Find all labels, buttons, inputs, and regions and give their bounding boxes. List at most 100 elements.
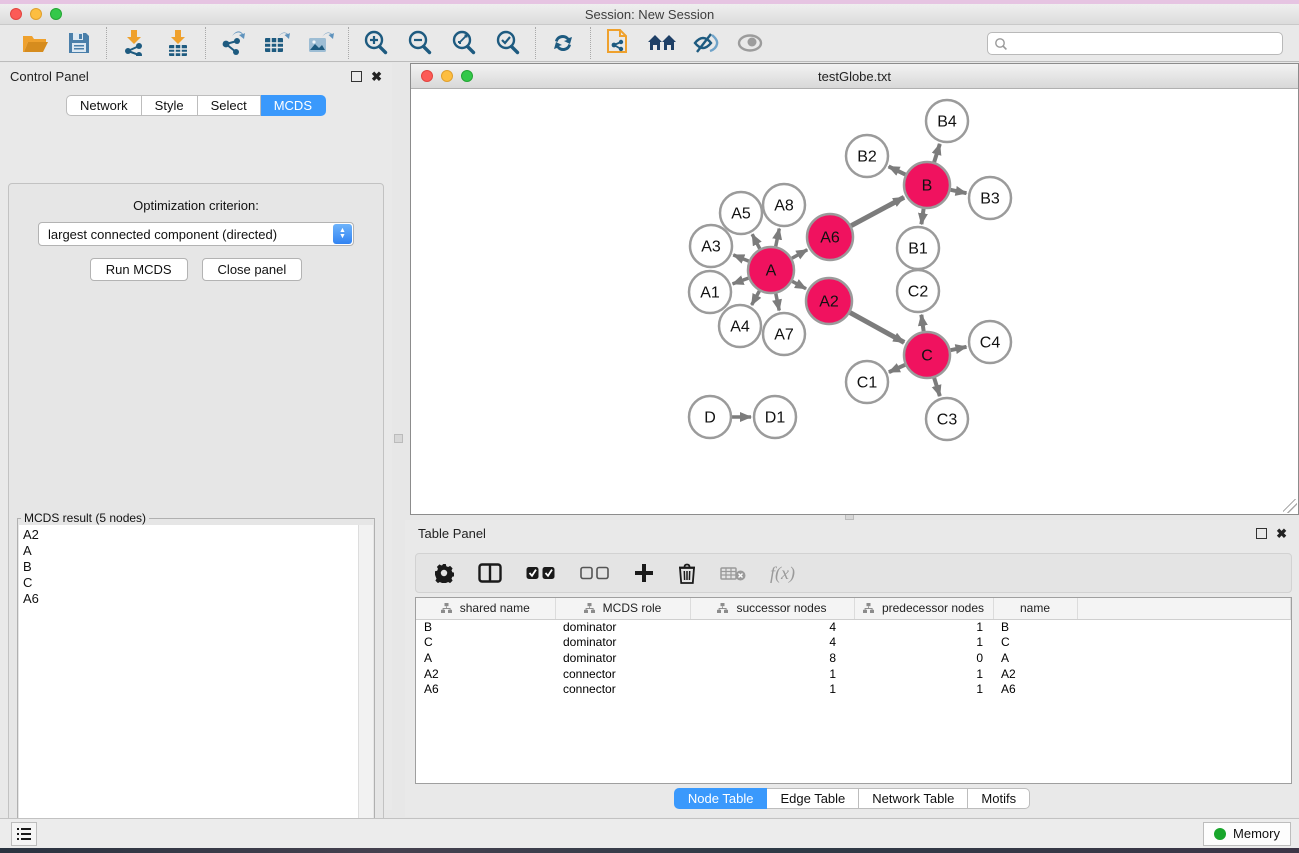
graph-edge-A-A2[interactable] xyxy=(792,281,806,288)
graph-edge-A2-C[interactable] xyxy=(850,313,904,343)
graph-edge-A-A1[interactable] xyxy=(733,278,749,284)
vertical-splitter-handle[interactable] xyxy=(394,434,403,443)
graph-edge-C-C4[interactable] xyxy=(951,347,967,350)
graph-edge-B-B1[interactable] xyxy=(921,209,923,224)
delete-table-icon xyxy=(720,565,746,581)
graph-edge-A-A6[interactable] xyxy=(792,250,807,259)
memory-button[interactable]: Memory xyxy=(1203,822,1291,846)
tab-style[interactable]: Style xyxy=(142,95,198,116)
graph-node-label: C1 xyxy=(857,375,878,392)
task-list-button[interactable] xyxy=(11,822,37,846)
add-icon[interactable] xyxy=(634,563,654,583)
column-header[interactable]: predecessor nodes xyxy=(854,598,993,619)
optimization-criterion-label: Optimization criterion: xyxy=(9,198,383,213)
result-item[interactable]: A6 xyxy=(23,591,373,607)
column-header[interactable]: shared name xyxy=(416,598,555,619)
graph-node-label: B2 xyxy=(857,149,877,166)
result-item[interactable]: B xyxy=(23,559,373,575)
eye-icon[interactable] xyxy=(735,29,765,57)
graph-node-label: C4 xyxy=(980,335,1001,352)
tree-icon xyxy=(441,603,452,613)
open-session-icon[interactable] xyxy=(603,29,633,57)
result-item[interactable]: A2 xyxy=(23,527,373,543)
optimization-criterion-dropdown[interactable]: largest connected component (directed) ▲… xyxy=(38,222,354,246)
graph-edge-C-C1[interactable] xyxy=(889,365,905,372)
export-image-icon[interactable] xyxy=(306,29,336,57)
table-row[interactable]: Cdominator41C xyxy=(416,635,1291,651)
zoom-fit-icon[interactable] xyxy=(449,29,479,57)
zoom-selected-icon[interactable] xyxy=(493,29,523,57)
chevron-updown-icon: ▲▼ xyxy=(333,224,352,244)
table-row[interactable]: A6connector11A6 xyxy=(416,681,1291,697)
tree-icon xyxy=(717,603,728,613)
mcds-result-box: MCDS result (5 nodes) A2ABCA6 xyxy=(17,518,375,853)
app-title: Session: New Session xyxy=(0,7,1299,22)
tab-mcds[interactable]: MCDS xyxy=(261,95,326,116)
graph-edge-C-C2[interactable] xyxy=(921,315,923,331)
tree-icon xyxy=(584,603,595,613)
resize-grip[interactable] xyxy=(1283,499,1297,513)
graph-edge-A-A8[interactable] xyxy=(776,229,780,247)
node-table[interactable]: shared nameMCDS rolesuccessor nodesprede… xyxy=(415,597,1292,784)
graph-edge-A-A4[interactable] xyxy=(752,291,760,305)
trash-icon[interactable] xyxy=(678,563,696,584)
graph-edge-A-A3[interactable] xyxy=(733,255,748,261)
columns-icon[interactable] xyxy=(478,563,502,583)
save-session-icon[interactable] xyxy=(64,29,94,57)
column-header[interactable]: successor nodes xyxy=(690,598,854,619)
graph-edge-A6-B[interactable] xyxy=(851,197,904,225)
zoom-in-icon[interactable] xyxy=(361,29,391,57)
close-table-panel-icon[interactable]: ✖ xyxy=(1276,528,1287,539)
graph-edge-B-B4[interactable] xyxy=(934,144,940,162)
table-row[interactable]: Adominator80A xyxy=(416,650,1291,666)
open-file-icon[interactable] xyxy=(20,29,50,57)
export-table-icon[interactable] xyxy=(262,29,292,57)
close-panel-button[interactable]: Close panel xyxy=(202,258,303,281)
app-titlebar: Session: New Session xyxy=(0,4,1299,25)
import-table-icon[interactable] xyxy=(163,29,193,57)
tab-edge-table[interactable]: Edge Table xyxy=(767,788,859,809)
tab-network-table[interactable]: Network Table xyxy=(859,788,968,809)
unchecked-pair-icon[interactable] xyxy=(580,566,610,580)
refresh-icon[interactable] xyxy=(548,29,578,57)
table-row[interactable]: Bdominator41B xyxy=(416,619,1291,635)
tab-select[interactable]: Select xyxy=(198,95,261,116)
hide-graphics-icon[interactable] xyxy=(691,29,721,57)
table-panel-title: Table Panel xyxy=(418,526,486,541)
graph-edge-B-B2[interactable] xyxy=(889,166,906,174)
mcds-result-list[interactable]: A2ABCA6 xyxy=(19,525,373,853)
result-item[interactable]: C xyxy=(23,575,373,591)
search-input[interactable] xyxy=(987,32,1283,55)
graph-node-label: C3 xyxy=(937,412,958,429)
home-icon[interactable] xyxy=(647,29,677,57)
graph-edge-C-C3[interactable] xyxy=(934,378,940,396)
checked-pair-icon[interactable] xyxy=(526,566,556,580)
tab-network[interactable]: Network xyxy=(66,95,142,116)
export-network-icon[interactable] xyxy=(218,29,248,57)
network-canvas[interactable]: B4B2BB3A8A5A6A3B1AA1C2A2A4A7C4CC1C3DD1 xyxy=(412,90,1297,514)
run-mcds-button[interactable]: Run MCDS xyxy=(90,258,188,281)
network-graph: B4B2BB3A8A5A6A3B1AA1C2A2A4A7C4CC1C3DD1 xyxy=(412,90,1297,514)
tab-motifs[interactable]: Motifs xyxy=(968,788,1030,809)
table-row[interactable]: A2connector11A2 xyxy=(416,666,1291,682)
close-panel-icon[interactable]: ✖ xyxy=(371,71,382,82)
float-table-panel-icon[interactable] xyxy=(1256,528,1267,539)
graph-edge-B-B3[interactable] xyxy=(951,190,967,193)
import-network-icon[interactable] xyxy=(119,29,149,57)
graph-edge-A-A5[interactable] xyxy=(752,234,760,249)
graph-node-label: A2 xyxy=(819,294,839,311)
float-panel-icon[interactable] xyxy=(351,71,362,82)
tab-node-table[interactable]: Node Table xyxy=(674,788,768,809)
scrollbar[interactable] xyxy=(358,525,373,853)
zoom-out-icon[interactable] xyxy=(405,29,435,57)
graph-node-label: A8 xyxy=(774,198,794,215)
graph-node-label: C2 xyxy=(908,284,929,301)
result-item[interactable]: A xyxy=(23,543,373,559)
graph-edge-A-A7[interactable] xyxy=(776,294,779,311)
graph-node-label: D1 xyxy=(765,410,786,427)
column-header[interactable]: MCDS role xyxy=(555,598,690,619)
function-icon: f(x) xyxy=(770,563,795,584)
memory-label: Memory xyxy=(1233,826,1280,841)
gear-icon[interactable] xyxy=(434,563,454,583)
column-header[interactable]: name xyxy=(993,598,1077,619)
